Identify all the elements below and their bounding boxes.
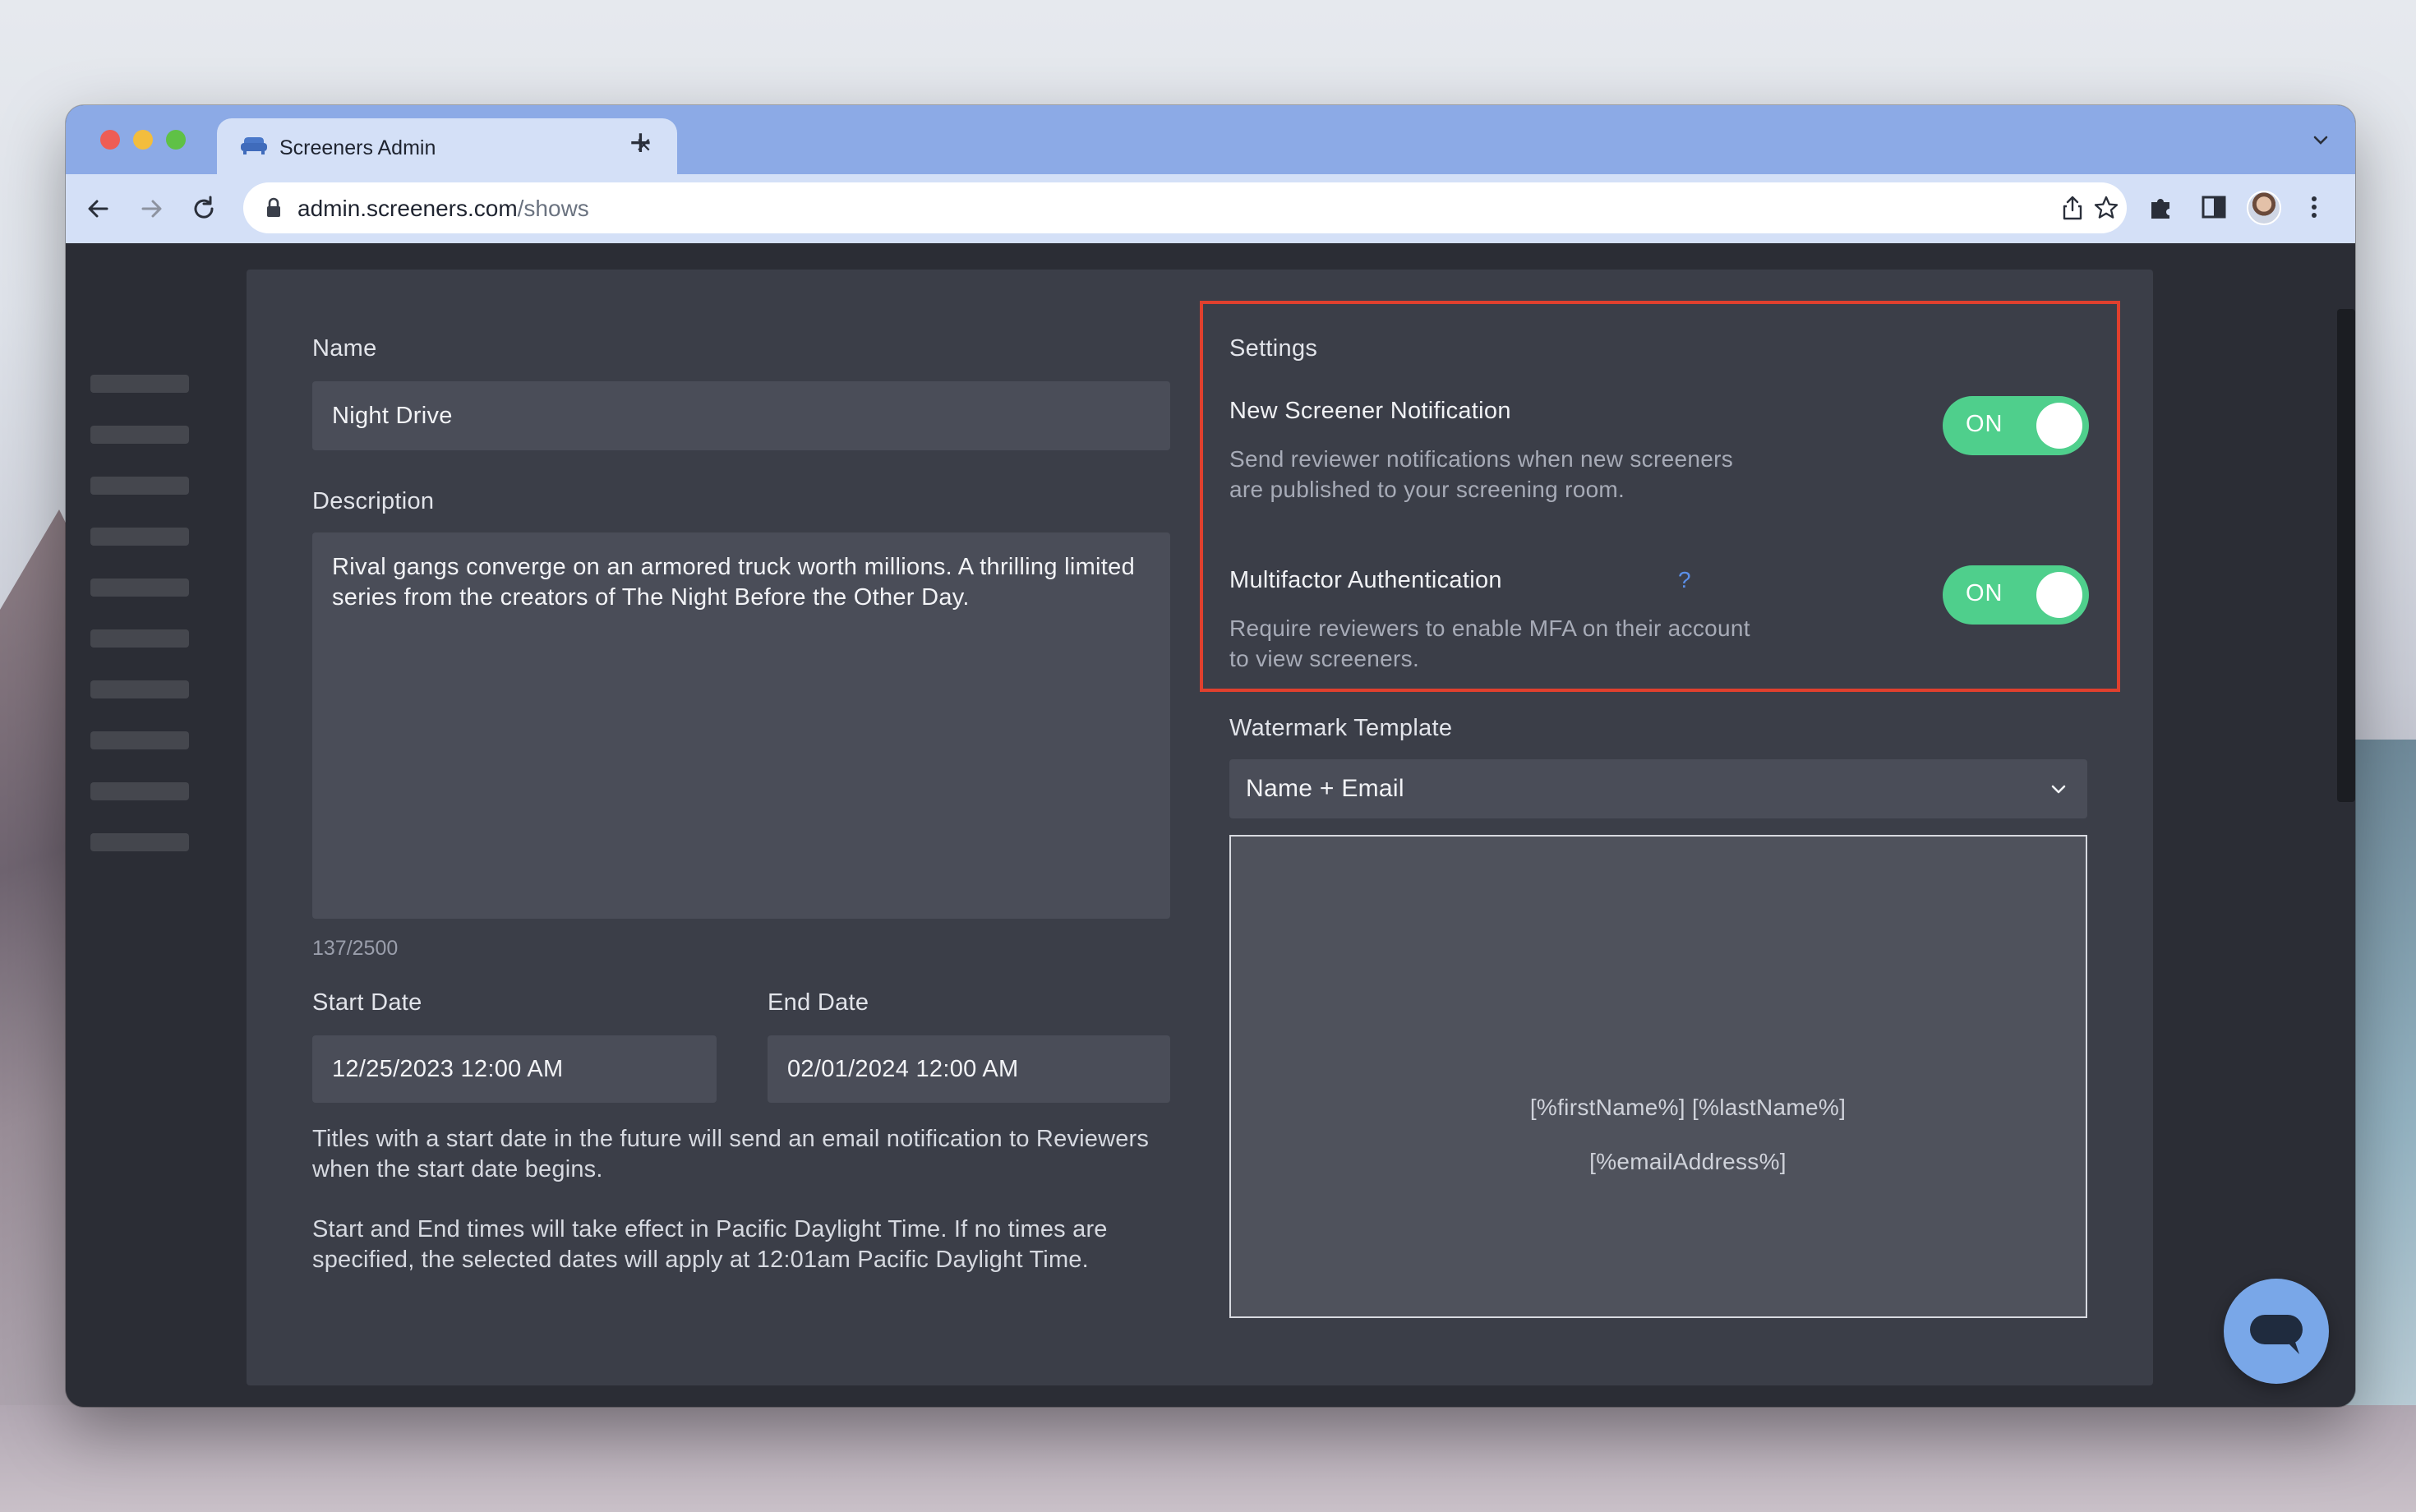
profile-avatar[interactable] [2247,191,2281,225]
browser-tab[interactable]: Screeners Admin × [217,118,677,174]
toggle-knob [2036,572,2082,618]
start-date-input[interactable]: 12/25/2023 12:00 AM [312,1035,717,1103]
mfa-help-icon[interactable]: ? [1678,567,1691,593]
side-panel-icon[interactable] [2197,191,2230,228]
toggle-knob [2036,403,2082,449]
url-text: admin.screeners.com/shows [297,196,589,221]
new-tab-button[interactable]: + [629,123,652,161]
start-date-label: Start Date [312,989,422,1016]
toggle-state-label: ON [1966,411,2003,437]
new-screener-notification-title: New Screener Notification [1229,398,1511,424]
toggle-state-label: ON [1966,580,2003,606]
name-input[interactable]: Night Drive [312,381,1170,450]
new-screener-notification-desc: Send reviewer notifications when new scr… [1229,446,1733,502]
mfa-desc: Require reviewers to enable MFA on their… [1229,615,1750,671]
tab-title: Screeners Admin [279,136,436,159]
browser-window: Screeners Admin × + admin.screeners.com/… [66,105,2355,1407]
minimize-window-button[interactable] [133,130,153,150]
name-label: Name [312,335,377,362]
watermark-template-label: Watermark Template [1229,715,1453,741]
watermark-template-select[interactable]: Name + Email [1229,759,2087,818]
background-sidebar [90,342,238,1407]
watermark-preview: [%firstName%] [%lastName%] [%emailAddres… [1229,835,2087,1318]
share-icon[interactable] [2059,194,2086,226]
chevron-down-icon [2048,779,2069,807]
new-screener-notification-toggle[interactable]: ON [1943,396,2089,455]
description-textarea[interactable]: Rival gangs converge on an armored truck… [312,532,1170,919]
mfa-title: Multifactor Authentication [1229,567,1502,593]
watermark-name-line: [%firstName%] [%lastName%] [1529,1095,1847,1120]
watermark-selected-value: Name + Email [1246,775,1404,802]
address-bar[interactable]: admin.screeners.com/shows [243,182,2127,233]
description-label: Description [312,488,435,514]
chat-bubble-icon [2250,1315,2303,1354]
back-arrow-icon[interactable] [82,192,115,225]
mfa-toggle[interactable]: ON [1943,565,2089,625]
tab-strip: Screeners Admin × + [66,105,2355,174]
page-content: Name Night Drive Description Rival gangs… [66,243,2355,1407]
more-options-icon[interactable] [2298,191,2331,228]
timezone-help-text: Start and End times will take effect in … [312,1216,1108,1273]
sofa-favicon-icon [240,135,268,160]
lock-icon[interactable] [265,197,283,223]
end-date-input[interactable]: 02/01/2024 12:00 AM [768,1035,1170,1103]
end-date-label: End Date [768,989,869,1016]
reload-icon[interactable] [187,192,220,225]
show-edit-modal: Name Night Drive Description Rival gangs… [247,270,2153,1385]
watermark-email-line: [%emailAddress%] [1589,1149,1787,1174]
tab-search-chevron-icon[interactable] [2311,130,2331,154]
extensions-puzzle-icon[interactable] [2145,191,2178,228]
maximize-window-button[interactable] [166,130,186,150]
page-scrollbar[interactable] [2337,309,2355,802]
browser-toolbar: admin.screeners.com/shows [66,174,2355,244]
chat-button[interactable] [2224,1279,2329,1384]
character-counter: 137/2500 [312,937,399,960]
bookmark-star-icon[interactable] [2092,194,2120,226]
background-ground [0,1405,2416,1512]
forward-arrow-icon[interactable] [135,192,168,225]
close-window-button[interactable] [100,130,120,150]
settings-heading: Settings [1229,335,1318,362]
start-date-help-text: Titles with a start date in the future w… [312,1126,1150,1182]
